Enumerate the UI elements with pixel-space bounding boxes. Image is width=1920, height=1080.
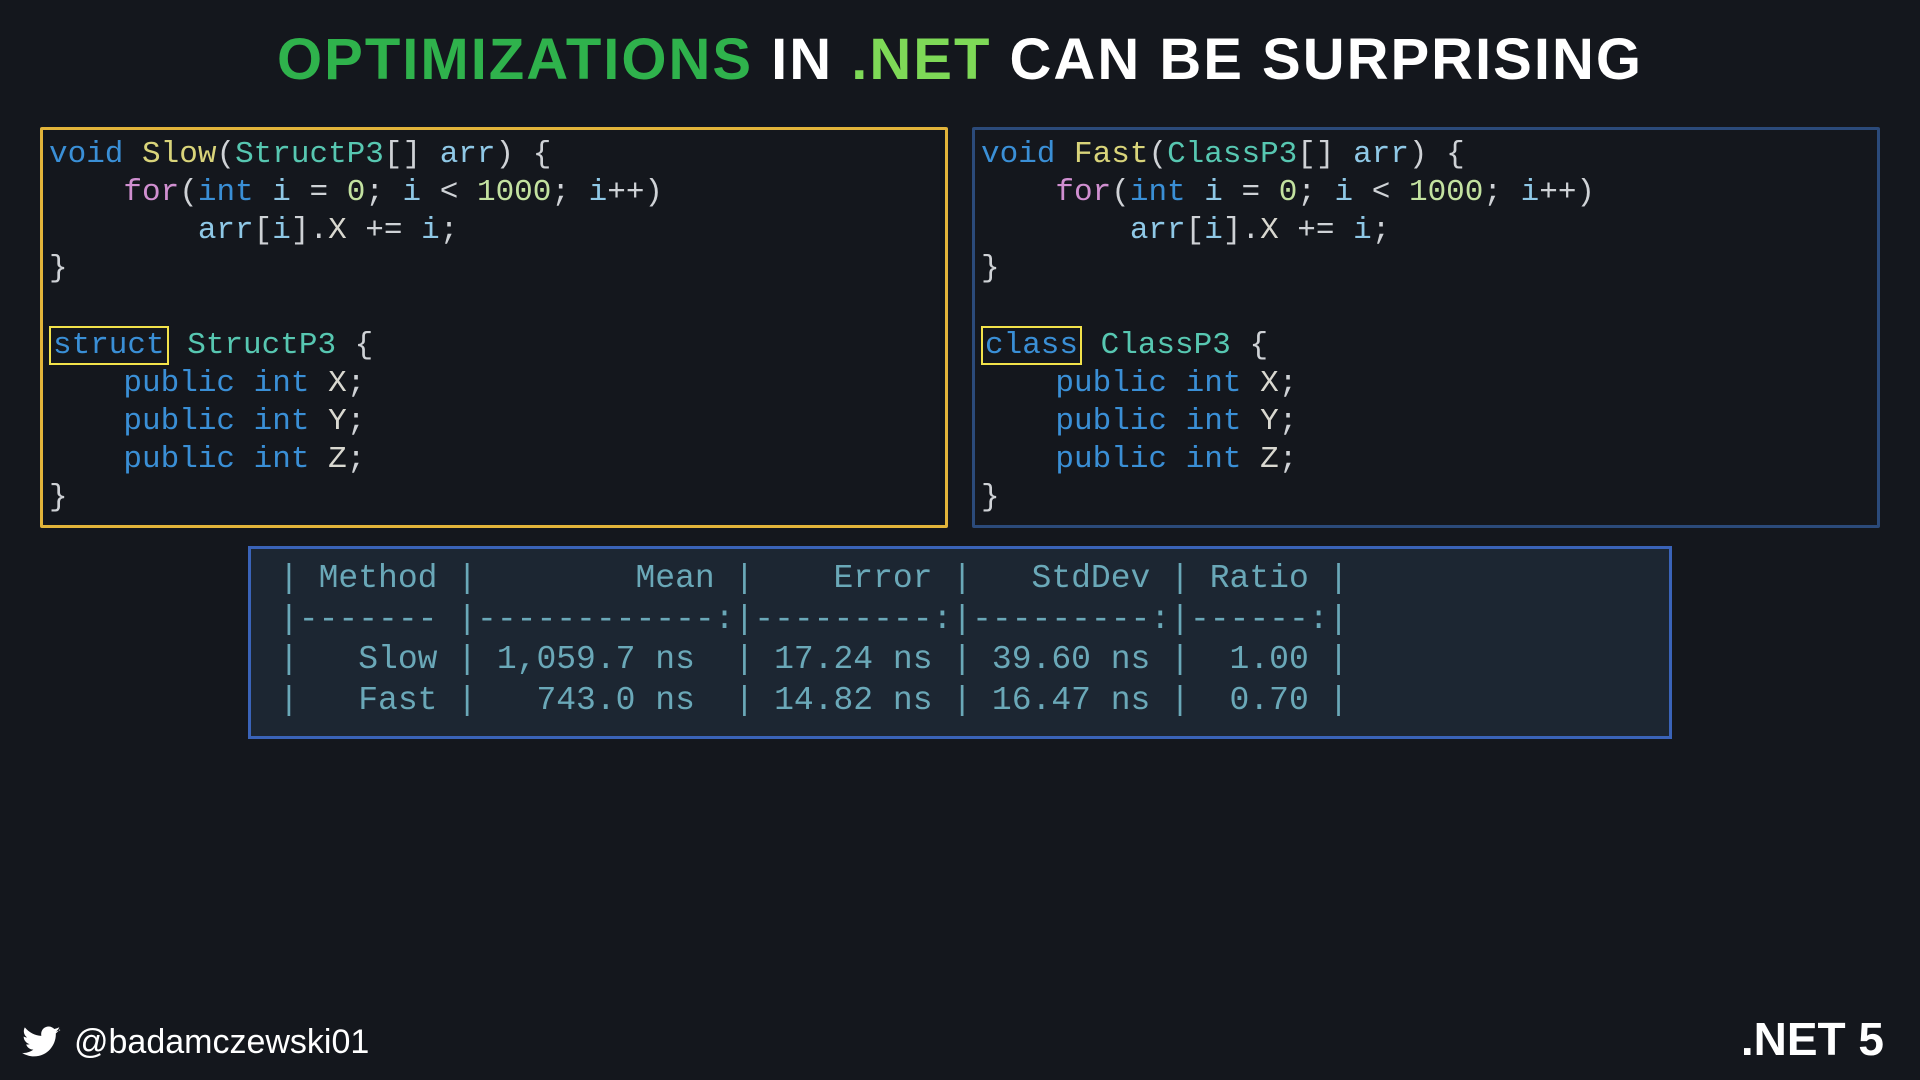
fn-name-slow: Slow [142, 137, 216, 172]
kw-public: public [1055, 404, 1167, 439]
kw-int: int [198, 175, 254, 210]
page-title: OPTIMIZATIONS IN .NET CAN BE SURPRISING [0, 0, 1920, 93]
var-arr: arr [1130, 213, 1186, 248]
twitter-icon [22, 1022, 62, 1062]
type-classp3: ClassP3 [1167, 137, 1297, 172]
type-structp3: StructP3 [235, 137, 384, 172]
var-i: i [403, 175, 422, 210]
num-1000: 1000 [477, 175, 551, 210]
var-i: i [589, 175, 608, 210]
field-y: Y [328, 404, 347, 439]
slow-code: void Slow(StructP3[] arr) { for(int i = … [49, 136, 939, 517]
field-x: X [1260, 366, 1279, 401]
num-0: 0 [1279, 175, 1298, 210]
kw-public: public [123, 366, 235, 401]
kw-for: for [1055, 175, 1111, 210]
dotnet-version: .NET 5 [1741, 1012, 1884, 1066]
num-1000: 1000 [1409, 175, 1483, 210]
var-i: i [272, 175, 291, 210]
fast-code: void Fast(ClassP3[] arr) { for(int i = 0… [981, 136, 1871, 517]
var-i: i [1353, 213, 1372, 248]
kw-int: int [1186, 442, 1242, 477]
kw-class-highlighted: class [981, 326, 1082, 365]
bench-row-fast: | Fast | 743.0 ns | 14.82 ns | 16.47 ns … [279, 682, 1348, 719]
footer: @badamczewski01 [22, 1022, 369, 1062]
bench-row-slow: | Slow | 1,059.7 ns | 17.24 ns | 39.60 n… [279, 641, 1348, 678]
kw-int: int [1186, 366, 1242, 401]
title-word-3: .NET [851, 27, 991, 92]
title-word-1: OPTIMIZATIONS [277, 27, 753, 92]
kw-void: void [981, 137, 1055, 172]
type-structp3-def: StructP3 [187, 328, 336, 363]
var-i: i [1521, 175, 1540, 210]
kw-struct-highlighted: struct [49, 326, 169, 365]
field-y: Y [1260, 404, 1279, 439]
prop-x: X [328, 213, 347, 248]
var-i: i [272, 213, 291, 248]
bench-header-row: | Method | Mean | Error | StdDev | Ratio… [279, 560, 1348, 597]
bench-sep-row: |------- |------------:|---------:|-----… [279, 601, 1348, 638]
kw-void: void [49, 137, 123, 172]
kw-for: for [123, 175, 179, 210]
var-i: i [421, 213, 440, 248]
var-i: i [1204, 175, 1223, 210]
kw-int: int [254, 442, 310, 477]
field-z: Z [1260, 442, 1279, 477]
kw-public: public [1055, 442, 1167, 477]
title-word-4: CAN BE SURPRISING [1010, 27, 1643, 92]
param-arr: arr [440, 137, 496, 172]
num-0: 0 [347, 175, 366, 210]
prop-x: X [1260, 213, 1279, 248]
fast-code-box: void Fast(ClassP3[] arr) { for(int i = 0… [972, 127, 1880, 528]
field-z: Z [328, 442, 347, 477]
var-i: i [1335, 175, 1354, 210]
kw-int: int [254, 366, 310, 401]
field-x: X [328, 366, 347, 401]
type-classp3-def: ClassP3 [1101, 328, 1231, 363]
code-boxes-row: void Slow(StructP3[] arr) { for(int i = … [0, 93, 1920, 528]
kw-public: public [1055, 366, 1167, 401]
var-i: i [1204, 213, 1223, 248]
var-arr: arr [198, 213, 254, 248]
fn-name-fast: Fast [1074, 137, 1148, 172]
kw-public: public [123, 442, 235, 477]
benchmark-text: | Method | Mean | Error | StdDev | Ratio… [279, 559, 1641, 721]
kw-public: public [123, 404, 235, 439]
slow-code-box: void Slow(StructP3[] arr) { for(int i = … [40, 127, 948, 528]
title-word-2: IN [771, 27, 833, 92]
kw-int: int [1186, 404, 1242, 439]
twitter-handle: @badamczewski01 [74, 1023, 369, 1062]
param-arr: arr [1353, 137, 1409, 172]
kw-int: int [254, 404, 310, 439]
kw-int: int [1130, 175, 1186, 210]
benchmark-table: | Method | Mean | Error | StdDev | Ratio… [248, 546, 1672, 738]
